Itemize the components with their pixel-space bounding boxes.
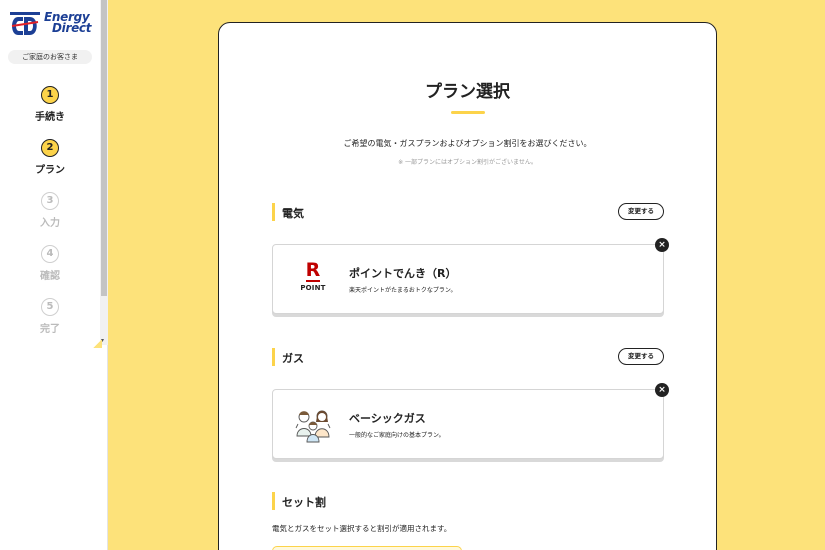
logo-mark-icon: [10, 12, 40, 35]
step-label: プラン: [35, 165, 65, 176]
electric-plan-card[interactable]: R POINT ポイントでんき（R） 楽天ポイントがたまるおトクなプラン。 ×: [272, 238, 669, 314]
family-illustration-icon: [295, 410, 331, 443]
step-number: 5: [41, 298, 59, 316]
point-label: POINT: [300, 284, 326, 292]
step-number: 1: [41, 86, 59, 104]
section-accent-bar: [272, 492, 275, 510]
gas-plan-card[interactable]: ベーシックガス 一般的なご家庭向けの基本プラン。 ×: [272, 383, 669, 459]
plan-name: ベーシックガス: [349, 412, 426, 425]
plan-description: 一般的なご家庭向けの基本プラン。: [349, 432, 445, 439]
step-number: 2: [41, 139, 59, 157]
plan-description: 楽天ポイントがたまるおトクなプラン。: [349, 287, 457, 294]
remove-electric-plan-close-icon[interactable]: ×: [655, 238, 669, 252]
section-header-set-discount: セット割: [272, 492, 664, 510]
section-title-set-discount: セット割: [282, 496, 326, 509]
change-electric-button[interactable]: 変更する: [618, 203, 664, 220]
page-title: プラン選択: [425, 82, 510, 102]
logo-line-2: Direct: [52, 21, 92, 35]
section-header-gas: ガス 変更する: [272, 348, 664, 366]
step-5-complete: 5 完了: [26, 298, 74, 335]
logo-wordmark: Energy Direct: [44, 11, 92, 35]
set-discount-option[interactable]: [272, 546, 462, 550]
step-1-procedure: 1 手続き: [26, 86, 74, 123]
step-label: 手続き: [35, 112, 65, 123]
step-number: 3: [41, 192, 59, 210]
note-text: ※ 一部プランにはオプション割引がございません。: [398, 159, 537, 166]
plan-name: ポイントでんき（R）: [349, 267, 457, 280]
customer-type-badge: ご家庭のお客さま: [8, 50, 92, 64]
section-accent-bar: [272, 348, 275, 366]
section-title-electric: 電気: [282, 207, 304, 220]
rakuten-r-icon: R: [293, 261, 333, 282]
section-accent-bar: [272, 203, 275, 221]
sidebar: Energy Direct ご家庭のお客さま 1 手続き 2 プラン 3 入力 …: [0, 0, 108, 550]
step-4-confirm: 4 確認: [26, 245, 74, 282]
section-header-electric: 電気 変更する: [272, 203, 664, 221]
sidebar-fold-corner: [92, 340, 102, 348]
lead-text: ご希望の電気・ガスプランおよびオプション割引をお選びください。: [343, 139, 592, 148]
step-label: 確認: [40, 271, 60, 282]
energy-direct-logo[interactable]: Energy Direct: [8, 10, 94, 38]
set-discount-description: 電気とガスをセット選択すると割引が適用されます。: [272, 524, 452, 533]
step-number: 4: [41, 245, 59, 263]
section-title-gas: ガス: [282, 352, 304, 365]
step-label: 入力: [40, 218, 60, 229]
change-gas-button[interactable]: 変更する: [618, 348, 664, 365]
remove-gas-plan-close-icon[interactable]: ×: [655, 383, 669, 397]
step-2-plan: 2 プラン: [26, 139, 74, 176]
rakuten-point-logo: R POINT: [293, 261, 333, 299]
step-label: 完了: [40, 324, 60, 335]
title-underline: [451, 111, 485, 114]
plan-selection-card: プラン選択 ご希望の電気・ガスプランおよびオプション割引をお選びください。 ※ …: [218, 22, 717, 550]
sidebar-scrollbar-thumb[interactable]: [101, 0, 107, 296]
step-3-input: 3 入力: [26, 192, 74, 229]
